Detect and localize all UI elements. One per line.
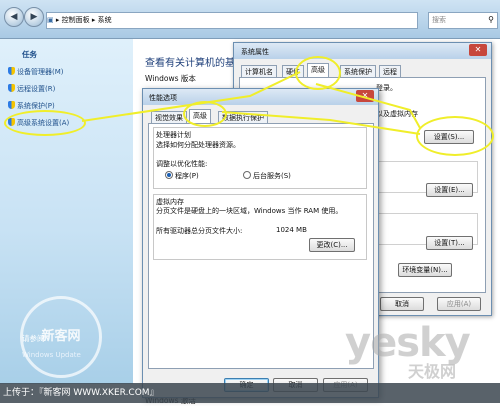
- close-icon[interactable]: ✕: [356, 90, 374, 102]
- virtual-memory-desc: 分页文件是硬盘上的一块区域，Windows 当作 RAM 使用。: [156, 207, 343, 215]
- highlight-ring-settings-button: [416, 116, 494, 156]
- shield-icon: [8, 67, 15, 75]
- processor-scheduling-desc: 选择如何分配处理器资源。: [156, 141, 240, 149]
- breadcrumb-control-panel[interactable]: 控制面板: [62, 16, 90, 24]
- environment-variables-button[interactable]: 环境变量(N)...: [398, 263, 452, 277]
- task-device-manager[interactable]: 设备管理器(M): [8, 66, 64, 78]
- sysprop-apply-button[interactable]: 应用(A): [437, 297, 481, 311]
- shield-icon: [8, 101, 15, 109]
- sysprop-titlebar[interactable]: 系统属性 ✕: [234, 43, 491, 59]
- paging-total-label: 所有驱动器总分页文件大小:: [156, 227, 243, 235]
- search-placeholder: 搜索: [432, 16, 446, 24]
- radio-selected-icon: [165, 171, 173, 179]
- shield-icon: [8, 84, 15, 92]
- search-icon: ⚲: [488, 15, 494, 24]
- upload-footer-text: 上传于：『新客网 WWW.XKER.COM』: [3, 388, 159, 398]
- background-services-radio[interactable]: 后台服务(S): [243, 171, 291, 181]
- windows-edition-label: Windows 版本: [145, 74, 196, 83]
- radio-empty-icon: [243, 171, 251, 179]
- virtual-memory-text: 以及虚拟内存: [376, 110, 418, 118]
- highlight-ring-sysprop-tab: [295, 56, 341, 90]
- task-remote-settings[interactable]: 远程设置(R): [8, 83, 55, 95]
- adjust-for-label: 调整以优化性能:: [156, 160, 208, 168]
- address-bar-area: ◀ ▶ ▣ ▸ 控制面板 ▸ 系统 搜索 ⚲: [0, 0, 500, 39]
- tasks-heading: 任务: [22, 50, 37, 59]
- tianji-watermark: 天极网: [408, 362, 457, 381]
- profile-settings-button[interactable]: 设置(E)...: [426, 183, 473, 197]
- highlight-ring-perf-tab: [183, 101, 227, 127]
- breadcrumb-system[interactable]: 系统: [98, 16, 112, 24]
- startup-settings-button[interactable]: 设置(T)...: [426, 236, 473, 250]
- close-icon[interactable]: ✕: [469, 44, 487, 56]
- change-virtual-memory-button[interactable]: 更改(C)...: [309, 238, 355, 252]
- page-heading: 查看有关计算机的基: [145, 58, 235, 69]
- programs-radio[interactable]: 程序(P): [165, 171, 199, 181]
- back-button[interactable]: ◀: [4, 7, 24, 27]
- logon-text: 登录。: [376, 84, 397, 92]
- sysprop-cancel-button[interactable]: 取消: [380, 297, 424, 311]
- sysprop-title: 系统属性: [241, 48, 269, 56]
- paging-total-value: 1024 MB: [276, 226, 307, 234]
- upload-footer: 上传于：『新客网 WWW.XKER.COM』: [0, 383, 500, 403]
- folder-icon: ▣: [47, 16, 56, 24]
- search-input[interactable]: 搜索 ⚲: [428, 12, 498, 29]
- forward-button[interactable]: ▶: [24, 7, 44, 27]
- highlight-ring-advanced-settings: [4, 110, 86, 136]
- perf-titlebar[interactable]: 性能选项 ✕: [143, 89, 378, 105]
- site-stamp-watermark: 新客网: [20, 296, 102, 378]
- perf-title: 性能选项: [149, 94, 177, 102]
- performance-options-dialog: 性能选项 ✕ 视觉效果 高级 数据执行保护 处理器计划 选择如何分配处理器资源。…: [142, 88, 379, 398]
- address-input[interactable]: ▣ ▸ 控制面板 ▸ 系统: [46, 12, 418, 29]
- processor-scheduling-heading: 处理器计划: [156, 131, 191, 139]
